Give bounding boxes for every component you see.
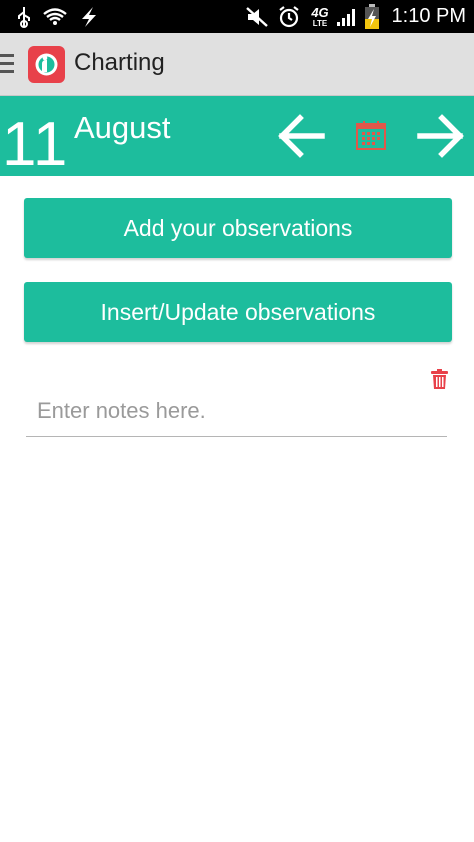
action-bar: Charting (0, 33, 474, 96)
network-type-label: 4G (311, 4, 329, 20)
date-header: 11 August (0, 96, 474, 176)
usb-icon (14, 0, 34, 33)
battery-charging-icon (362, 0, 382, 33)
mute-icon (244, 0, 270, 33)
page-title: Charting (74, 49, 165, 76)
wifi-icon (42, 0, 68, 33)
selected-day: 11 (2, 110, 69, 179)
selected-month: August (74, 110, 171, 145)
add-observations-button[interactable]: Add your observations (24, 198, 452, 258)
arrow-right-icon[interactable] (416, 113, 468, 159)
calendar-icon[interactable] (355, 120, 387, 150)
alarm-icon (277, 0, 301, 33)
flash-icon (78, 0, 100, 33)
notes-input[interactable] (26, 385, 447, 437)
insert-update-observations-button[interactable]: Insert/Update observations (24, 282, 452, 342)
arrow-left-icon[interactable] (276, 113, 326, 159)
drawer-menu-icon[interactable] (0, 54, 14, 76)
signal-icon (336, 0, 358, 33)
4g-lte-icon: 4G LTE (306, 0, 334, 33)
app-logo-icon[interactable] (28, 46, 65, 83)
status-bar: 4G LTE 1:10 PM (0, 0, 474, 33)
network-subtype-label: LTE (312, 18, 328, 28)
status-time: 1:10 PM (391, 5, 466, 27)
